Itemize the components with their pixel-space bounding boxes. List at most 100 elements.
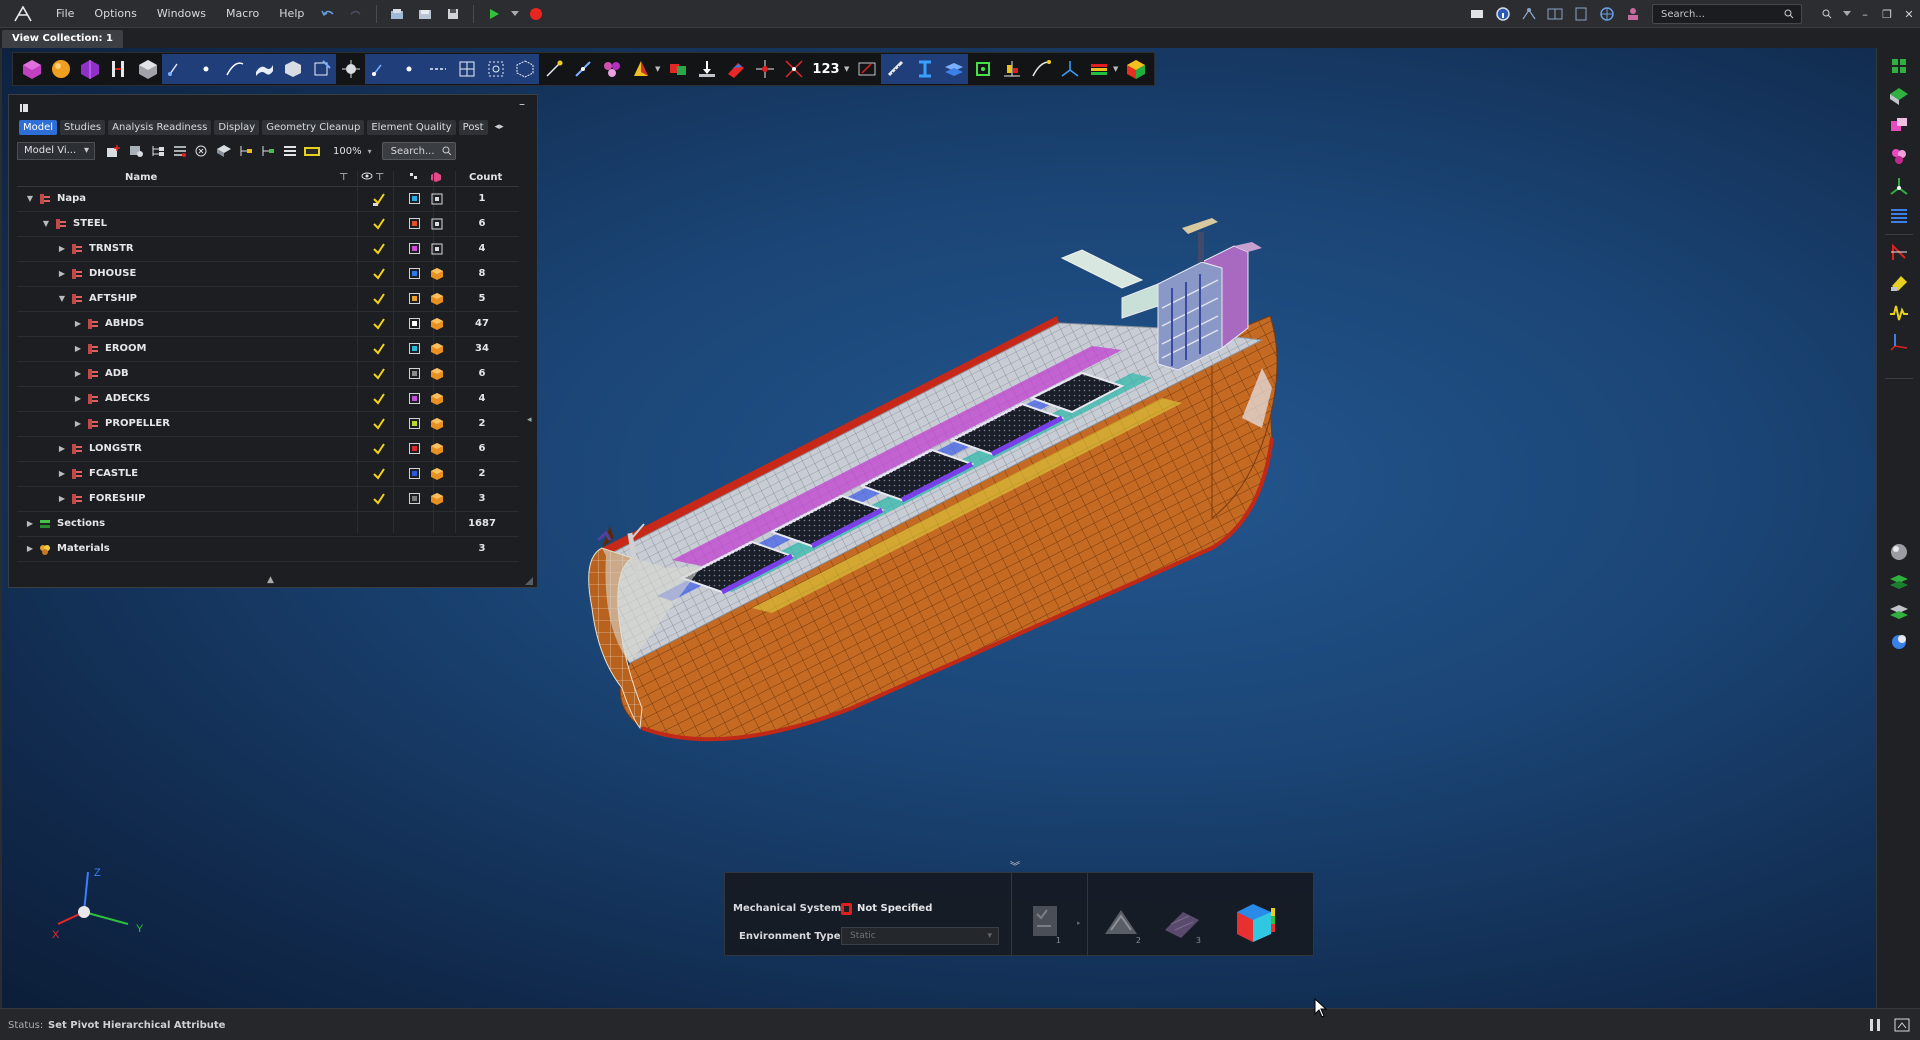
- sphere-icon[interactable]: [46, 54, 75, 84]
- component-color-swatch[interactable]: [409, 318, 420, 329]
- search-icon[interactable]: [1778, 3, 1800, 25]
- ibeam-icon[interactable]: [910, 54, 939, 84]
- expand-arrow-icon[interactable]: ▶: [73, 419, 83, 429]
- collapse-arrow-icon[interactable]: ▼: [57, 294, 67, 304]
- close-icon[interactable]: ✕: [1898, 3, 1920, 25]
- minimize-icon[interactable]: –: [1854, 3, 1876, 25]
- dropdown-icon[interactable]: ▼: [1113, 65, 1121, 73]
- mechanical-system-value[interactable]: Not Specified: [857, 903, 932, 914]
- dropdown-icon[interactable]: ▼: [844, 65, 852, 73]
- visibility-checkmark-icon[interactable]: [373, 292, 385, 306]
- window-icon[interactable]: [1466, 3, 1488, 25]
- color-bars-icon[interactable]: [1084, 54, 1113, 84]
- layout-icon[interactable]: [1544, 3, 1566, 25]
- cube-mesh-icon[interactable]: [133, 54, 162, 84]
- name-column-header[interactable]: Name: [125, 172, 157, 183]
- expand-arrow-icon[interactable]: ▶: [57, 244, 67, 254]
- shaded-mode-icon[interactable]: [431, 293, 443, 305]
- tree-row[interactable]: ▶ FCASTLE 2: [17, 462, 519, 487]
- visibility-checkmark-icon[interactable]: [373, 217, 385, 231]
- expand-arrow-icon[interactable]: ▶: [25, 544, 35, 554]
- expand-arrow-icon[interactable]: ▶: [57, 469, 67, 479]
- hierarchy-icon[interactable]: [147, 142, 169, 160]
- name-filter-icon[interactable]: ⊤: [339, 172, 348, 183]
- list-icon[interactable]: [1887, 204, 1911, 228]
- visibility-checkmark-icon[interactable]: [373, 492, 385, 506]
- layers-display-icon[interactable]: [1887, 570, 1911, 594]
- chevron-down-icon[interactable]: [1842, 3, 1852, 25]
- property-icon[interactable]: [626, 54, 655, 84]
- redo-icon[interactable]: [344, 3, 368, 25]
- component-color-swatch[interactable]: [409, 443, 420, 454]
- tab-display[interactable]: Display: [214, 119, 260, 135]
- tabs-scroll-icon[interactable]: ◂▸: [495, 122, 504, 132]
- expand-arrow-icon[interactable]: ▶: [73, 369, 83, 379]
- mesh-display-icon[interactable]: [1887, 600, 1911, 624]
- visibility-checkmark-icon[interactable]: [373, 392, 385, 406]
- node-icon[interactable]: [365, 54, 394, 84]
- curve-tools-icon[interactable]: [1026, 54, 1055, 84]
- wireframe-mode-icon[interactable]: [431, 243, 443, 255]
- connector-icon[interactable]: [539, 54, 568, 84]
- list-view-icon[interactable]: [279, 142, 301, 160]
- checklist-step-button[interactable]: 1: [1021, 897, 1069, 947]
- guide-bar-collapse-icon[interactable]: ︾: [1010, 858, 1020, 873]
- visibility-checkmark-icon[interactable]: [373, 467, 385, 481]
- tab-studies[interactable]: Studies: [60, 119, 106, 135]
- ruler-icon[interactable]: [881, 54, 910, 84]
- numbering-label[interactable]: 123: [808, 62, 844, 77]
- dropdown-icon[interactable]: ▼: [655, 65, 663, 73]
- resize-grip-icon[interactable]: [525, 575, 533, 585]
- spotweld-icon[interactable]: [568, 54, 597, 84]
- part-icon[interactable]: [301, 142, 323, 160]
- tree-row[interactable]: ▼ Napa 1: [17, 187, 519, 212]
- triad-tool-icon[interactable]: [1887, 174, 1911, 198]
- expand-all-icon[interactable]: [235, 142, 257, 160]
- view-collection-tab[interactable]: View Collection: 1: [2, 30, 123, 48]
- menu-options[interactable]: Options: [84, 0, 146, 28]
- component-color-swatch[interactable]: [409, 368, 420, 379]
- wireframe-mode-icon[interactable]: [431, 193, 443, 205]
- visibility-checkmark-icon[interactable]: [373, 317, 385, 331]
- filter-icon[interactable]: [191, 142, 213, 160]
- record-icon[interactable]: [524, 3, 548, 25]
- plane-icon[interactable]: [1887, 84, 1911, 108]
- run-icon[interactable]: [482, 3, 506, 25]
- shaded-mode-icon[interactable]: [431, 318, 443, 330]
- search-icon[interactable]: [440, 144, 454, 158]
- component-color-swatch[interactable]: [409, 393, 420, 404]
- document-icon[interactable]: [1570, 3, 1592, 25]
- collapse-arrow-icon[interactable]: ▼: [25, 194, 35, 204]
- align-icon[interactable]: [997, 54, 1026, 84]
- graphics-viewport[interactable]: ▼ 123 ▼ ▼ – Model Studies Analysis Readi…: [0, 48, 1876, 1008]
- run-dropdown-icon[interactable]: [510, 3, 520, 25]
- component-color-swatch[interactable]: [409, 243, 420, 254]
- shaded-sphere-icon[interactable]: [1887, 540, 1911, 564]
- rename-icon[interactable]: [852, 54, 881, 84]
- component-color-swatch[interactable]: [409, 418, 420, 429]
- surface-icon[interactable]: [249, 54, 278, 84]
- panel-grip-icon[interactable]: [19, 103, 29, 113]
- point-line-icon[interactable]: [162, 54, 191, 84]
- undo-icon[interactable]: [316, 3, 340, 25]
- network-icon[interactable]: [1518, 3, 1540, 25]
- line-mesh-icon[interactable]: [423, 54, 452, 84]
- solid-icon[interactable]: [75, 54, 104, 84]
- visibility-checkmark-icon[interactable]: [373, 367, 385, 381]
- component-color-swatch[interactable]: [409, 343, 420, 354]
- shaded-mode-icon[interactable]: [431, 493, 443, 505]
- tree-row[interactable]: ▶ ABHDS 47: [17, 312, 519, 337]
- tree-row[interactable]: ▶ LONGSTR 6: [17, 437, 519, 462]
- expand-arrow-icon[interactable]: ▶: [57, 269, 67, 279]
- zoom-level[interactable]: 100%: [333, 146, 362, 157]
- component-color-swatch[interactable]: [409, 218, 420, 229]
- settings-globe-icon[interactable]: [1596, 3, 1618, 25]
- force-icon[interactable]: [750, 54, 779, 84]
- menu-macro[interactable]: Macro: [216, 0, 269, 28]
- geometry-step-button[interactable]: 2: [1097, 897, 1145, 947]
- shaded-mode-icon[interactable]: [431, 443, 443, 455]
- visibility-checkmark-icon[interactable]: [373, 267, 385, 281]
- info-icon[interactable]: [1492, 3, 1514, 25]
- add-set-icon[interactable]: [125, 142, 147, 160]
- shaded-mode-icon[interactable]: [431, 268, 443, 280]
